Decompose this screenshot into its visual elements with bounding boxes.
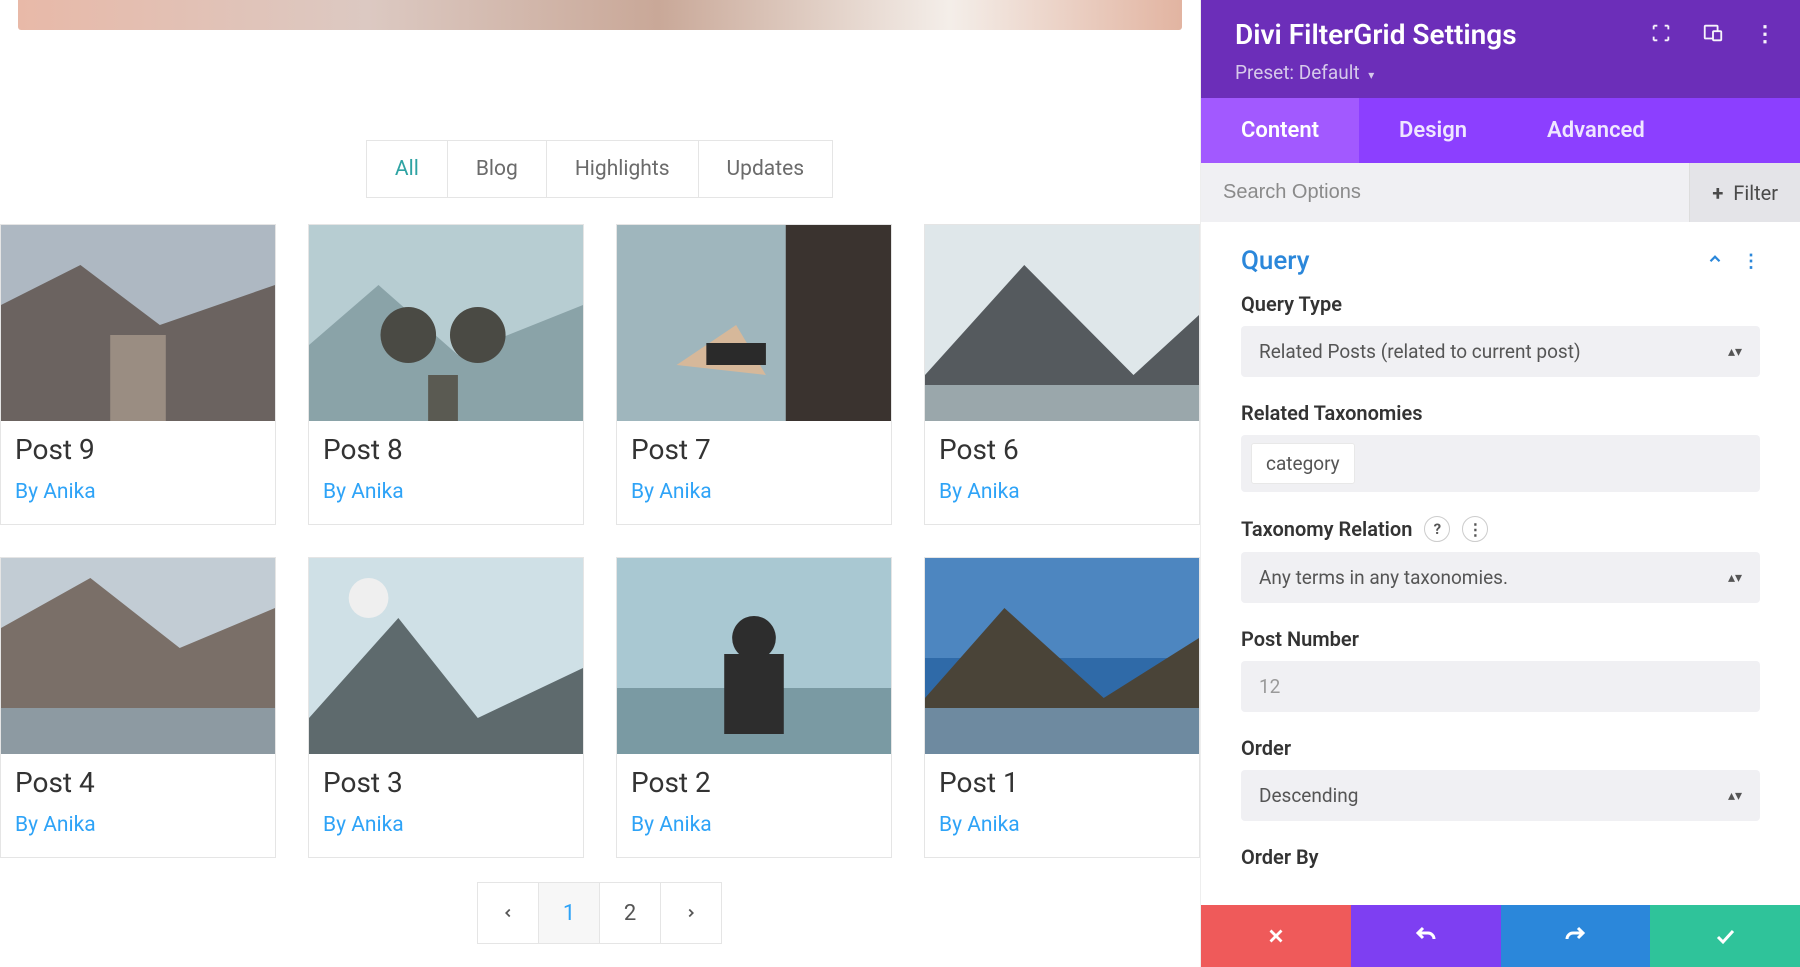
tab-design[interactable]: Design — [1359, 98, 1507, 163]
search-input[interactable] — [1201, 163, 1689, 222]
post-thumbnail — [617, 225, 891, 421]
close-icon — [1265, 925, 1287, 947]
undo-icon — [1414, 924, 1438, 948]
post-byline[interactable]: By Anika — [939, 813, 1185, 837]
post-card[interactable]: Post 9 By Anika — [0, 224, 276, 525]
redo-icon — [1563, 924, 1587, 948]
post-title: Post 2 — [631, 766, 877, 799]
preset-label: Preset: Default — [1235, 61, 1360, 84]
chevron-left-icon — [501, 906, 515, 920]
post-title: Post 9 — [15, 433, 261, 466]
sidebar-title: Divi FilterGrid Settings — [1235, 18, 1517, 51]
post-card[interactable]: Post 7 By Anika — [616, 224, 892, 525]
post-thumbnail — [925, 558, 1199, 754]
post-byline[interactable]: By Anika — [323, 480, 569, 504]
post-thumbnail — [1, 558, 275, 754]
check-icon — [1713, 924, 1737, 948]
post-title: Post 3 — [323, 766, 569, 799]
post-byline[interactable]: By Anika — [631, 813, 877, 837]
filter-tab-blog[interactable]: Blog — [447, 140, 547, 198]
filter-tabs: All Blog Highlights Updates — [0, 140, 1200, 198]
field-more-icon[interactable]: ⋮ — [1462, 516, 1488, 542]
undo-button[interactable] — [1351, 905, 1501, 967]
post-card[interactable]: Post 8 By Anika — [308, 224, 584, 525]
redo-button[interactable] — [1501, 905, 1651, 967]
sort-caret-icon: ▴▾ — [1728, 571, 1742, 585]
post-card[interactable]: Post 2 By Anika — [616, 557, 892, 858]
field-label-order-by: Order By — [1241, 845, 1760, 869]
query-type-value: Related Posts (related to current post) — [1259, 340, 1581, 363]
post-card[interactable]: Post 6 By Anika — [924, 224, 1200, 525]
tab-advanced[interactable]: Advanced — [1507, 98, 1685, 163]
page-preview: All Blog Highlights Updates Post 9 By An… — [0, 0, 1200, 967]
post-title: Post 7 — [631, 433, 877, 466]
post-thumbnail — [617, 558, 891, 754]
post-title: Post 6 — [939, 433, 1185, 466]
filter-tab-highlights[interactable]: Highlights — [546, 140, 699, 198]
expand-icon[interactable] — [1650, 22, 1672, 48]
post-grid: Post 9 By Anika Post 8 By Anika Post 7 B… — [18, 224, 1182, 858]
post-number-input[interactable]: 12 — [1241, 661, 1760, 712]
section-title[interactable]: Query — [1241, 246, 1309, 276]
post-title: Post 1 — [939, 766, 1185, 799]
pagination-prev[interactable] — [477, 882, 539, 944]
hero-banner — [18, 0, 1182, 30]
cancel-button[interactable] — [1201, 905, 1351, 967]
sidebar-header: Divi FilterGrid Settings ⋮ Preset: Defau… — [1201, 0, 1800, 98]
field-label-order: Order — [1241, 736, 1760, 760]
post-card[interactable]: Post 1 By Anika — [924, 557, 1200, 858]
post-byline[interactable]: By Anika — [15, 813, 261, 837]
search-row: + Filter — [1201, 163, 1800, 222]
post-thumbnail — [309, 225, 583, 421]
responsive-icon[interactable] — [1702, 22, 1724, 48]
sidebar-tabs: Content Design Advanced — [1201, 98, 1800, 163]
post-thumbnail — [309, 558, 583, 754]
tax-relation-value: Any terms in any taxonomies. — [1259, 566, 1508, 589]
taxonomy-tag[interactable]: category — [1251, 443, 1355, 484]
field-label-query-type: Query Type — [1241, 292, 1760, 316]
field-label-post-number: Post Number — [1241, 627, 1760, 651]
sort-caret-icon: ▴▾ — [1728, 345, 1742, 359]
post-thumbnail — [925, 225, 1199, 421]
pagination-page[interactable]: 1 — [538, 882, 600, 944]
post-card[interactable]: Post 3 By Anika — [308, 557, 584, 858]
order-value: Descending — [1259, 784, 1358, 807]
settings-sidebar: Divi FilterGrid Settings ⋮ Preset: Defau… — [1200, 0, 1800, 967]
section-more-icon[interactable]: ⋮ — [1742, 251, 1760, 272]
filter-tab-updates[interactable]: Updates — [698, 140, 834, 198]
sort-caret-icon: ▴▾ — [1728, 789, 1742, 803]
preset-selector[interactable]: Preset: Default ▾ — [1235, 61, 1776, 84]
field-label-related-tax: Related Taxonomies — [1241, 401, 1760, 425]
pagination-next[interactable] — [660, 882, 722, 944]
tax-relation-label-text: Taxonomy Relation — [1241, 517, 1412, 541]
query-type-select[interactable]: Related Posts (related to current post) … — [1241, 326, 1760, 377]
more-icon[interactable]: ⋮ — [1754, 22, 1776, 47]
post-thumbnail — [1, 225, 275, 421]
chevron-up-icon[interactable] — [1706, 250, 1724, 272]
order-select[interactable]: Descending ▴▾ — [1241, 770, 1760, 821]
sidebar-content[interactable]: Query ⋮ Query Type Related Posts (relate… — [1201, 222, 1800, 905]
plus-icon: + — [1712, 181, 1723, 205]
post-byline[interactable]: By Anika — [323, 813, 569, 837]
help-icon[interactable]: ? — [1424, 516, 1450, 542]
post-title: Post 8 — [323, 433, 569, 466]
tab-content[interactable]: Content — [1201, 98, 1359, 163]
caret-down-icon: ▾ — [1368, 68, 1374, 82]
post-byline[interactable]: By Anika — [631, 480, 877, 504]
related-taxonomies-input[interactable]: category — [1241, 435, 1760, 492]
taxonomy-relation-select[interactable]: Any terms in any taxonomies. ▴▾ — [1241, 552, 1760, 603]
post-title: Post 4 — [15, 766, 261, 799]
filter-button-label: Filter — [1733, 181, 1778, 205]
pagination-page[interactable]: 2 — [599, 882, 661, 944]
post-byline[interactable]: By Anika — [939, 480, 1185, 504]
pagination: 1 2 — [0, 882, 1200, 944]
save-button[interactable] — [1650, 905, 1800, 967]
filter-button[interactable]: + Filter — [1689, 163, 1800, 222]
sidebar-footer — [1201, 905, 1800, 967]
post-card[interactable]: Post 4 By Anika — [0, 557, 276, 858]
chevron-right-icon — [684, 906, 698, 920]
post-byline[interactable]: By Anika — [15, 480, 261, 504]
field-label-tax-relation: Taxonomy Relation ? ⋮ — [1241, 516, 1760, 542]
filter-tab-all[interactable]: All — [366, 140, 448, 198]
